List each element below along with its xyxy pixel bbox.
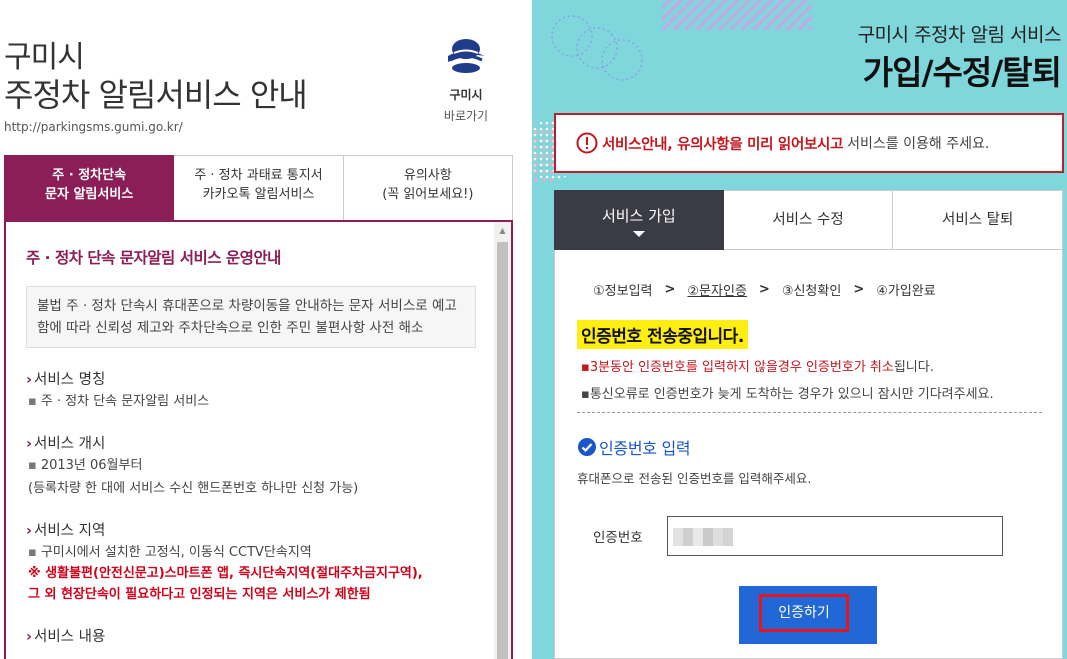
tab-label-line2: (꼭 읽어보세요!)	[382, 187, 474, 202]
tab-fine-kakao[interactable]: 주 · 정차 과태료 통지서 카카오톡 알림서비스	[174, 155, 344, 221]
bullet-icon: ▪	[28, 545, 37, 560]
notice-text: 서비스를 이용해 주세요.	[847, 136, 990, 152]
intro-box: 불법 주 · 정차 단속시 휴대폰으로 차량이동을 안내하는 문자 서비스로 예…	[26, 286, 476, 348]
step-confirm: ③신청확인	[781, 284, 842, 299]
step-complete: ④가입완료	[876, 284, 936, 299]
section-line: 구미시에서 설치한 고정식, 이동식 CCTV단속지역	[40, 545, 312, 560]
signup-panel: 구미시 주정차 알림 서비스 가입/수정/탈퇴 서비스안내, 유의사항을 미리 …	[532, 0, 1067, 659]
restriction-note: 그 외 현장단속이 필요하다고 인정되는 지역은 서비스가 제한됨	[28, 587, 371, 602]
tab-label: 서비스 탈퇴	[942, 212, 1014, 228]
info-tabs: 주 · 정차단속 문자 알림서비스 주 · 정차 과태료 통지서 카카오톡 알림…	[4, 155, 513, 221]
service-title: 가입/수정/탈퇴	[862, 53, 1062, 92]
verify-button[interactable]: 인증하기	[739, 586, 877, 644]
tab-notice[interactable]: 유의사항 (꼭 읽어보세요!)	[343, 155, 513, 221]
info-panel: 구미시 주정차 알림서비스 안내 http://parkingsms.gumi.…	[0, 0, 532, 659]
gumi-city-link[interactable]: 구미시 바로가기	[436, 32, 496, 124]
site-url: http://parkingsms.gumi.go.kr/	[4, 120, 183, 134]
step-sms-auth: ②문자인증	[687, 284, 747, 299]
chevron-right-icon: ›	[26, 629, 32, 645]
tab-service-join[interactable]: 서비스 가입	[554, 190, 724, 250]
scroll-thumb[interactable]	[497, 242, 508, 659]
masked-code	[673, 528, 733, 546]
sending-status: 인증번호 전송중입니다.	[577, 320, 748, 349]
scroll-up-icon[interactable]: ▲	[494, 222, 511, 239]
logo-city-name: 구미시	[449, 88, 483, 102]
page-title: 주정차 알림서비스 안내	[4, 76, 308, 114]
alert-circle-icon	[576, 132, 598, 154]
auth-heading: 인증번호 입력	[577, 435, 691, 459]
delay-warning: ▪통신오류로 인증번호가 늦게 도착하는 경우가 있으니 잠시만 기다려주세요.	[581, 387, 994, 402]
section-content: › 서비스 내용	[26, 625, 476, 646]
restriction-note: ※ 생활불편(안전신문고)스마트폰 앱, 즉시단속지역(절대주차금지구역),	[28, 566, 423, 581]
section-title: 서비스 지역	[33, 523, 106, 539]
bullet-icon: ▪	[28, 458, 37, 473]
info-content: 주 · 정차 단속 문자알림 서비스 운영안내 불법 주 · 정차 단속시 휴대…	[4, 220, 513, 659]
auth-heading-text: 인증번호 입력	[599, 439, 691, 458]
verify-button-label: 인증하기	[759, 594, 849, 632]
tab-label-line2: 문자 알림서비스	[45, 187, 134, 202]
gumi-city-logo-icon	[448, 39, 484, 73]
notice-box: 서비스안내, 유의사항을 미리 읽어보시고 서비스를 이용해 주세요.	[554, 113, 1064, 173]
tab-parking-sms[interactable]: 주 · 정차단속 문자 알림서비스	[4, 155, 175, 221]
section-name: › 서비스 명칭 ▪ 주 · 정차 단속 문자알림 서비스	[26, 368, 476, 412]
auth-description: 휴대폰으로 전송된 인증번호를 입력해주세요.	[577, 471, 812, 486]
tab-service-edit[interactable]: 서비스 수정	[723, 190, 894, 250]
notice-strong-text: 서비스안내, 유의사항을 미리 읽어보시고	[602, 136, 844, 153]
code-label: 인증번호	[593, 530, 643, 546]
chevron-right-icon: >	[853, 282, 865, 297]
logo-goto-label: 바로가기	[443, 109, 489, 123]
section-extra: (등록차량 한 대에 서비스 수신 핸드폰번호 하나만 신청 가능)	[28, 481, 359, 496]
bullet-icon: ▪	[28, 394, 37, 409]
tab-label-line1: 주 · 정차단속	[52, 168, 127, 183]
tab-service-cancel[interactable]: 서비스 탈퇴	[893, 190, 1064, 250]
tab-label-line2: 카카오톡 알림서비스	[202, 187, 315, 202]
chevron-right-icon: ›	[26, 523, 32, 539]
content-scrollbar[interactable]: ▲	[494, 222, 511, 659]
chevron-right-icon: ›	[26, 436, 32, 452]
service-subtitle: 구미시 주정차 알림 서비스	[857, 24, 1062, 46]
section-area: › 서비스 지역 ▪ 구미시에서 설치한 고정식, 이동식 CCTV단속지역 ※ 생…	[26, 519, 476, 605]
caret-down-icon	[632, 231, 645, 237]
section-line: 2013년 06월부터	[40, 458, 143, 473]
tab-label-line1: 주 · 정차 과태료 통지서	[194, 168, 323, 183]
divider	[577, 412, 1042, 413]
section-title: 서비스 개시	[33, 436, 106, 452]
tab-label: 서비스 가입	[601, 207, 676, 225]
content-heading: 주 · 정차 단속 문자알림 서비스 운영안내	[26, 249, 281, 267]
tab-label-line1: 유의사항	[403, 168, 452, 183]
join-form: ①정보입력 > ②문자인증 > ③신청확인 > ④가입완료 인증번호 전송중입니…	[554, 250, 1063, 659]
step-indicator: ①정보입력 > ②문자인증 > ③신청확인 > ④가입완료	[593, 280, 936, 299]
timeout-warning: ▪3분동안 인증번호를 입력하지 않을경우 인증번호가 취소됩니다.	[581, 360, 934, 375]
tab-label: 서비스 수정	[772, 212, 844, 228]
section-start: › 서비스 개시 ▪ 2013년 06월부터 (등록차량 한 대에 서비스 수신 핸…	[26, 432, 476, 499]
section-title: 서비스 내용	[33, 629, 106, 645]
chevron-right-icon: >	[758, 282, 770, 297]
chevron-right-icon: ›	[26, 372, 32, 388]
section-title: 서비스 명칭	[33, 372, 106, 388]
section-line: 주 · 정차 단속 문자알림 서비스	[40, 394, 210, 409]
service-tabs: 서비스 가입 서비스 수정 서비스 탈퇴	[554, 190, 1064, 250]
check-circle-icon	[578, 438, 596, 456]
step-info: ①정보입력	[593, 284, 653, 299]
chevron-right-icon: >	[664, 282, 676, 297]
